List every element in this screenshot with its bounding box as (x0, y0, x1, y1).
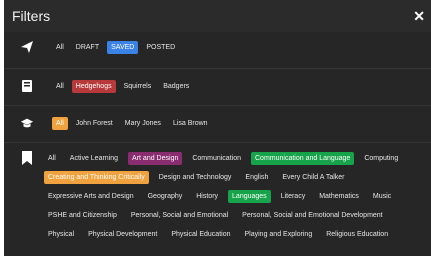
filters-panel: Filters ✕ All DRAFT SAVED POSTED All Hedgeho… (4, 0, 431, 256)
teacher-chip[interactable]: John Forest (72, 117, 117, 130)
tag-chip[interactable]: English (241, 171, 272, 184)
tag-chip[interactable]: Every Child A Talker (278, 171, 348, 184)
tag-chip[interactable]: History (192, 190, 222, 203)
tag-chip[interactable]: Languages (228, 190, 271, 203)
tag-chip[interactable]: Creating and Thinking Critically (44, 171, 149, 184)
tag-chip[interactable]: Art and Design (128, 152, 183, 165)
tag-chip[interactable]: Active Learning (66, 152, 122, 165)
tag-chip[interactable]: PSHE and Citizenship (44, 209, 121, 222)
status-chip[interactable]: All (52, 41, 68, 54)
teacher-chip[interactable]: Lisa Brown (169, 117, 212, 130)
tag-chip[interactable]: Music (369, 190, 395, 203)
graduation-cap-icon (20, 116, 34, 130)
tag-chip[interactable]: All (44, 152, 60, 165)
teacher-chip[interactable]: All (52, 116, 68, 130)
tag-chip[interactable]: Religious Education (322, 228, 392, 241)
paper-plane-icon (20, 40, 34, 54)
tag-chip[interactable]: Communication and Language (251, 152, 355, 165)
panel-title: Filters (12, 8, 51, 24)
tag-chip[interactable]: Literacy (277, 190, 310, 203)
title-bar: Filters ✕ (4, 0, 431, 32)
tag-chip[interactable]: Computing (360, 152, 402, 165)
group-chips: All Hedgehogs Squirrels Badgers (52, 79, 197, 93)
group-filter-row: All Hedgehogs Squirrels Badgers (4, 77, 197, 95)
status-filter-row: All DRAFT SAVED POSTED (4, 38, 183, 56)
bookmark-icon (22, 151, 32, 170)
tag-chip[interactable]: Personal, Social and Emotional Developme… (238, 209, 386, 222)
tag-chip[interactable]: Geography (144, 190, 187, 203)
tag-chip[interactable]: Playing and Exploring (241, 228, 317, 241)
group-chip[interactable]: Badgers (159, 80, 193, 93)
group-chip[interactable]: All (52, 80, 68, 93)
tag-chip[interactable]: Expressive Arts and Design (44, 190, 138, 203)
tag-chip[interactable]: Physical Education (167, 228, 234, 241)
tag-chip[interactable]: Communication (188, 152, 245, 165)
close-icon[interactable]: ✕ (413, 8, 425, 25)
book-icon (20, 79, 34, 93)
status-chip[interactable]: DRAFT (72, 41, 103, 54)
divider (4, 105, 431, 106)
tag-chip[interactable]: Personal, Social and Emotional (127, 209, 232, 222)
divider (4, 142, 431, 143)
tag-chip[interactable]: Physical Development (84, 228, 161, 241)
status-chip[interactable]: POSTED (142, 41, 179, 54)
teacher-filter-row: All John Forest Mary Jones Lisa Brown (4, 114, 216, 132)
tag-chip[interactable]: Design and Technology (155, 171, 236, 184)
teacher-chip[interactable]: Mary Jones (121, 117, 165, 130)
group-chip[interactable]: Hedgehogs (71, 79, 116, 93)
status-chip[interactable]: SAVED (107, 40, 139, 54)
status-chips: All DRAFT SAVED POSTED (52, 40, 183, 54)
tag-chips: All Active Learning Art and Design Communic… (44, 152, 425, 241)
divider (4, 68, 431, 69)
tag-chip[interactable]: Physical (44, 228, 78, 241)
group-chip[interactable]: Squirrels (120, 80, 156, 93)
tag-chip[interactable]: Mathematics (315, 190, 363, 203)
teacher-chips: All John Forest Mary Jones Lisa Brown (52, 116, 216, 130)
